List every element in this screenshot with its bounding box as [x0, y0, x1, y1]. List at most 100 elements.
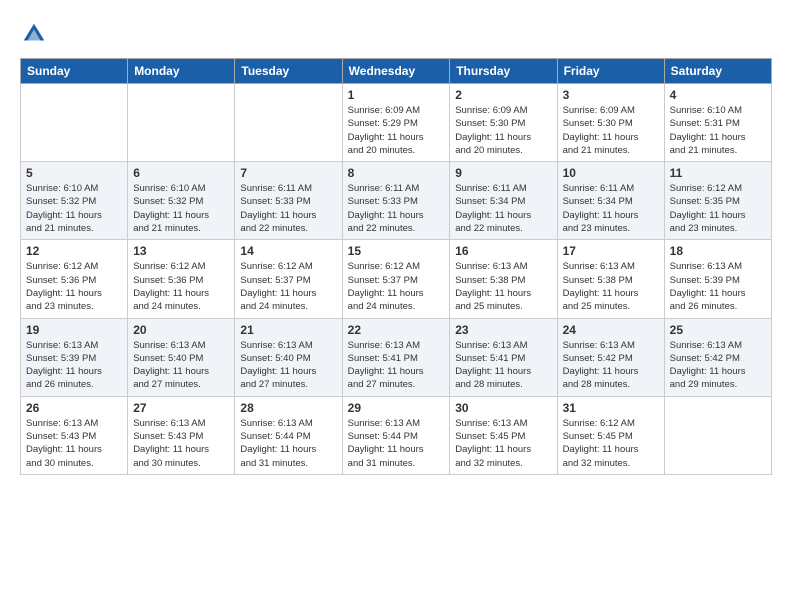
- calendar-day-10: 10 Sunrise: 6:11 AM Sunset: 5:34 PM Dayli…: [557, 162, 664, 240]
- day-info: Sunrise: 6:13 AM Sunset: 5:43 PM Dayligh…: [26, 417, 122, 470]
- day-number: 4: [670, 88, 766, 102]
- logo: [20, 20, 52, 48]
- calendar-header-row: SundayMondayTuesdayWednesdayThursdayFrid…: [21, 59, 772, 84]
- calendar-day-28: 28 Sunrise: 6:13 AM Sunset: 5:44 PM Dayli…: [235, 396, 342, 474]
- calendar-day-4: 4Sunrise: 6:10 AM Sunset: 5:31 PM Daylig…: [664, 84, 771, 162]
- calendar-day-2: 2 Sunrise: 6:09 AM Sunset: 5:30 PM Daylig…: [450, 84, 557, 162]
- calendar-day-26: 26 Sunrise: 6:13 AM Sunset: 5:43 PM Dayli…: [21, 396, 128, 474]
- calendar-day-17: 17 Sunrise: 6:13 AM Sunset: 5:38 PM Dayli…: [557, 240, 664, 318]
- day-number: 23: [455, 323, 551, 337]
- day-number: 18: [670, 244, 766, 258]
- day-info: Sunrise: 6:11 AM Sunset: 5:33 PM Dayligh…: [240, 182, 336, 235]
- calendar-day-19: 19 Sunrise: 6:13 AM Sunset: 5:39 PM Dayli…: [21, 318, 128, 396]
- page-header: [20, 20, 772, 48]
- day-number: 29: [348, 401, 445, 415]
- calendar-day-20: 20 Sunrise: 6:13 AM Sunset: 5:40 PM Dayli…: [128, 318, 235, 396]
- calendar-day-22: 22Sunrise: 6:13 AM Sunset: 5:41 PM Dayli…: [342, 318, 450, 396]
- day-number: 27: [133, 401, 229, 415]
- day-number: 2: [455, 88, 551, 102]
- calendar-day-6: 6 Sunrise: 6:10 AM Sunset: 5:32 PM Daylig…: [128, 162, 235, 240]
- calendar-header-monday: Monday: [128, 59, 235, 84]
- calendar-header-thursday: Thursday: [450, 59, 557, 84]
- day-info: Sunrise: 6:13 AM Sunset: 5:41 PM Dayligh…: [455, 339, 551, 392]
- calendar-day-7: 7 Sunrise: 6:11 AM Sunset: 5:33 PM Daylig…: [235, 162, 342, 240]
- day-number: 21: [240, 323, 336, 337]
- calendar-header-tuesday: Tuesday: [235, 59, 342, 84]
- day-number: 11: [670, 166, 766, 180]
- day-info: Sunrise: 6:12 AM Sunset: 5:36 PM Dayligh…: [26, 260, 122, 313]
- calendar-day-31: 31 Sunrise: 6:12 AM Sunset: 5:45 PM Dayli…: [557, 396, 664, 474]
- calendar-day-5: 5Sunrise: 6:10 AM Sunset: 5:32 PM Daylig…: [21, 162, 128, 240]
- day-info: Sunrise: 6:09 AM Sunset: 5:30 PM Dayligh…: [563, 104, 659, 157]
- day-number: 9: [455, 166, 551, 180]
- calendar-day-12: 12 Sunrise: 6:12 AM Sunset: 5:36 PM Dayli…: [21, 240, 128, 318]
- day-info: Sunrise: 6:13 AM Sunset: 5:42 PM Dayligh…: [563, 339, 659, 392]
- calendar-week-row: 12 Sunrise: 6:12 AM Sunset: 5:36 PM Dayli…: [21, 240, 772, 318]
- calendar-header-saturday: Saturday: [664, 59, 771, 84]
- day-number: 7: [240, 166, 336, 180]
- day-number: 14: [240, 244, 336, 258]
- calendar-day-3: 3Sunrise: 6:09 AM Sunset: 5:30 PM Daylig…: [557, 84, 664, 162]
- calendar-day-8: 8Sunrise: 6:11 AM Sunset: 5:33 PM Daylig…: [342, 162, 450, 240]
- calendar-week-row: 1Sunrise: 6:09 AM Sunset: 5:29 PM Daylig…: [21, 84, 772, 162]
- calendar-day-25: 25Sunrise: 6:13 AM Sunset: 5:42 PM Dayli…: [664, 318, 771, 396]
- day-info: Sunrise: 6:13 AM Sunset: 5:40 PM Dayligh…: [240, 339, 336, 392]
- day-info: Sunrise: 6:13 AM Sunset: 5:43 PM Dayligh…: [133, 417, 229, 470]
- calendar-day-24: 24 Sunrise: 6:13 AM Sunset: 5:42 PM Dayli…: [557, 318, 664, 396]
- calendar-week-row: 19 Sunrise: 6:13 AM Sunset: 5:39 PM Dayli…: [21, 318, 772, 396]
- calendar-day-14: 14Sunrise: 6:12 AM Sunset: 5:37 PM Dayli…: [235, 240, 342, 318]
- calendar-table: SundayMondayTuesdayWednesdayThursdayFrid…: [20, 58, 772, 475]
- day-info: Sunrise: 6:13 AM Sunset: 5:38 PM Dayligh…: [563, 260, 659, 313]
- day-info: Sunrise: 6:13 AM Sunset: 5:38 PM Dayligh…: [455, 260, 551, 313]
- day-number: 5: [26, 166, 122, 180]
- day-info: Sunrise: 6:13 AM Sunset: 5:44 PM Dayligh…: [348, 417, 445, 470]
- calendar-empty-cell: [21, 84, 128, 162]
- calendar-empty-cell: [235, 84, 342, 162]
- day-info: Sunrise: 6:12 AM Sunset: 5:37 PM Dayligh…: [348, 260, 445, 313]
- day-number: 6: [133, 166, 229, 180]
- calendar-day-13: 13Sunrise: 6:12 AM Sunset: 5:36 PM Dayli…: [128, 240, 235, 318]
- day-info: Sunrise: 6:13 AM Sunset: 5:40 PM Dayligh…: [133, 339, 229, 392]
- calendar-day-18: 18 Sunrise: 6:13 AM Sunset: 5:39 PM Dayli…: [664, 240, 771, 318]
- calendar-day-11: 11 Sunrise: 6:12 AM Sunset: 5:35 PM Dayli…: [664, 162, 771, 240]
- day-number: 22: [348, 323, 445, 337]
- day-info: Sunrise: 6:13 AM Sunset: 5:44 PM Dayligh…: [240, 417, 336, 470]
- day-number: 19: [26, 323, 122, 337]
- day-number: 13: [133, 244, 229, 258]
- calendar-header-sunday: Sunday: [21, 59, 128, 84]
- day-number: 10: [563, 166, 659, 180]
- day-info: Sunrise: 6:13 AM Sunset: 5:45 PM Dayligh…: [455, 417, 551, 470]
- day-info: Sunrise: 6:09 AM Sunset: 5:30 PM Dayligh…: [455, 104, 551, 157]
- calendar-day-15: 15 Sunrise: 6:12 AM Sunset: 5:37 PM Dayli…: [342, 240, 450, 318]
- day-info: Sunrise: 6:11 AM Sunset: 5:34 PM Dayligh…: [563, 182, 659, 235]
- calendar-week-row: 5 Sunrise: 6:10 AM Sunset: 5:32 PM Daylig…: [21, 162, 772, 240]
- day-info: Sunrise: 6:11 AM Sunset: 5:33 PM Dayligh…: [348, 182, 445, 235]
- day-info: Sunrise: 6:13 AM Sunset: 5:39 PM Dayligh…: [670, 260, 766, 313]
- day-number: 17: [563, 244, 659, 258]
- day-info: Sunrise: 6:10 AM Sunset: 5:32 PM Dayligh…: [133, 182, 229, 235]
- day-number: 12: [26, 244, 122, 258]
- day-number: 30: [455, 401, 551, 415]
- day-number: 15: [348, 244, 445, 258]
- day-number: 26: [26, 401, 122, 415]
- calendar-day-1: 1Sunrise: 6:09 AM Sunset: 5:29 PM Daylig…: [342, 84, 450, 162]
- day-info: Sunrise: 6:12 AM Sunset: 5:35 PM Dayligh…: [670, 182, 766, 235]
- calendar-header-friday: Friday: [557, 59, 664, 84]
- calendar-week-row: 26 Sunrise: 6:13 AM Sunset: 5:43 PM Dayli…: [21, 396, 772, 474]
- day-number: 24: [563, 323, 659, 337]
- day-number: 16: [455, 244, 551, 258]
- day-info: Sunrise: 6:12 AM Sunset: 5:45 PM Dayligh…: [563, 417, 659, 470]
- logo-icon: [20, 20, 48, 48]
- calendar-day-23: 23 Sunrise: 6:13 AM Sunset: 5:41 PM Dayli…: [450, 318, 557, 396]
- day-number: 1: [348, 88, 445, 102]
- calendar-day-16: 16 Sunrise: 6:13 AM Sunset: 5:38 PM Dayli…: [450, 240, 557, 318]
- day-number: 25: [670, 323, 766, 337]
- calendar-day-29: 29 Sunrise: 6:13 AM Sunset: 5:44 PM Dayli…: [342, 396, 450, 474]
- day-number: 28: [240, 401, 336, 415]
- calendar-header-wednesday: Wednesday: [342, 59, 450, 84]
- day-info: Sunrise: 6:13 AM Sunset: 5:39 PM Dayligh…: [26, 339, 122, 392]
- day-number: 20: [133, 323, 229, 337]
- calendar-empty-cell: [664, 396, 771, 474]
- calendar-day-9: 9Sunrise: 6:11 AM Sunset: 5:34 PM Daylig…: [450, 162, 557, 240]
- day-number: 31: [563, 401, 659, 415]
